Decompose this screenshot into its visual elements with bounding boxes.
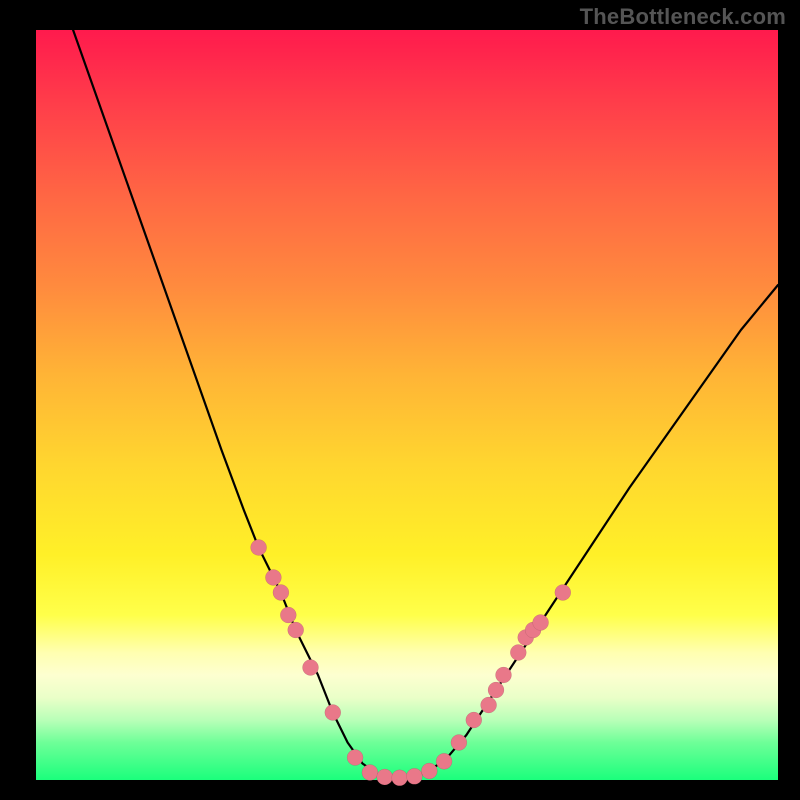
data-point <box>496 667 512 683</box>
data-point <box>288 622 304 638</box>
data-point <box>392 770 408 786</box>
data-point <box>377 769 393 785</box>
data-point <box>303 660 319 676</box>
data-point <box>488 682 504 698</box>
marker-group <box>251 540 571 786</box>
plot-area <box>36 30 778 780</box>
bottleneck-curve <box>73 30 778 778</box>
data-point <box>347 750 363 766</box>
data-point <box>510 645 526 661</box>
watermark-text: TheBottleneck.com <box>580 4 786 30</box>
data-point <box>421 763 437 779</box>
data-point <box>533 615 549 631</box>
data-point <box>325 705 341 721</box>
data-point <box>466 712 482 728</box>
data-point <box>280 607 296 623</box>
data-point <box>362 765 378 781</box>
chart-svg <box>36 30 778 780</box>
chart-frame: TheBottleneck.com <box>0 0 800 800</box>
data-point <box>265 570 281 586</box>
data-point <box>273 585 289 601</box>
data-point <box>251 540 267 556</box>
data-point <box>451 735 467 751</box>
data-point <box>436 753 452 769</box>
data-point <box>555 585 571 601</box>
data-point <box>481 697 497 713</box>
data-point <box>406 768 422 784</box>
curve-series <box>73 30 778 778</box>
